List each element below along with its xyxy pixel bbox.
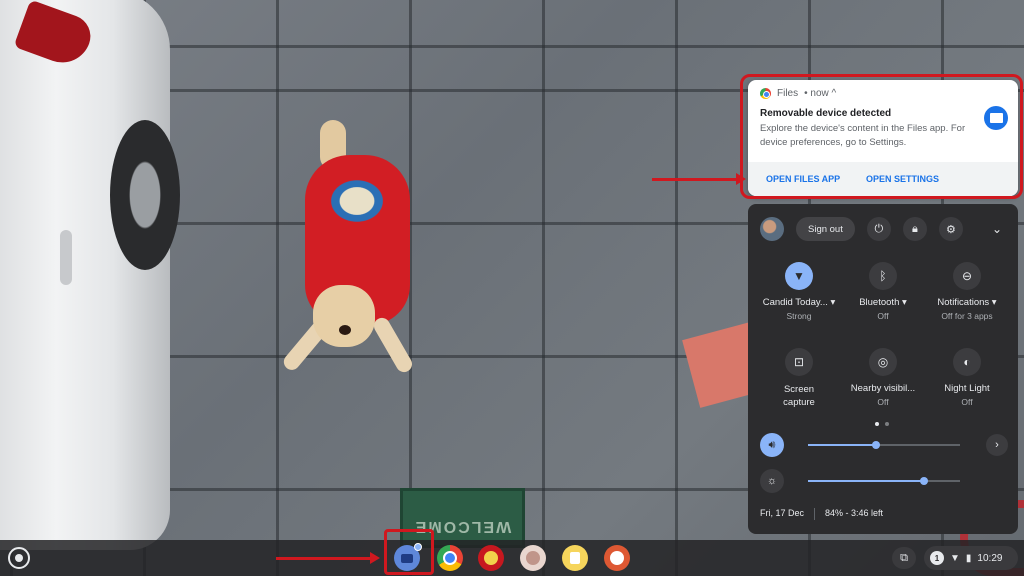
page-dot[interactable]	[875, 422, 879, 426]
car-door-handle	[60, 230, 72, 285]
chevron-down-icon[interactable]: ⌄	[992, 222, 1002, 236]
profile-app-icon[interactable]	[520, 545, 546, 571]
tile-bluetooth-label: Bluetooth ▾	[859, 297, 907, 308]
shelf: ⧉ 1 ▼ ▮ 10:29	[0, 540, 1024, 576]
files-app-highlight-box	[384, 529, 434, 575]
page-indicator	[875, 422, 889, 426]
notification-highlight-box	[740, 74, 1023, 199]
tile-wifi-sub: Strong	[786, 311, 812, 321]
power-icon[interactable]: ⏻	[866, 217, 891, 241]
quick-settings-header: Sign out ⏻ 🔒︎ ⚙ ⌄	[760, 216, 1008, 242]
battery-status-icon: ▮	[965, 552, 972, 564]
tile-notifications-label: Notifications ▾	[937, 297, 997, 308]
wifi-status-icon: ▼	[950, 552, 960, 564]
page-dot[interactable]	[885, 422, 889, 426]
brightness-thumb[interactable]	[919, 477, 928, 485]
footer-divider	[814, 508, 816, 520]
dog-image	[265, 115, 425, 385]
status-tray[interactable]: 1 ▼ ▮ 10:29	[924, 546, 1018, 570]
tile-screen-capture-label: Screen capture	[783, 384, 815, 408]
volume-thumb[interactable]	[872, 441, 881, 449]
notifications-icon[interactable]: ⊖	[953, 262, 981, 290]
volume-slider[interactable]	[808, 441, 960, 449]
brightness-slider-row: ☼	[760, 468, 1008, 494]
sign-out-button[interactable]: Sign out	[796, 217, 855, 241]
volume-icon[interactable]: 🔊︎	[760, 433, 784, 457]
volume-fill	[808, 444, 877, 446]
tile-notifications-sub: Off for 3 apps	[941, 311, 993, 321]
tile-night-light[interactable]: ◐ Night Light Off	[924, 348, 1010, 407]
nearby-share-icon[interactable]: ◎	[869, 348, 897, 376]
tile-notifications[interactable]: ⊖ Notifications ▾ Off for 3 apps	[924, 262, 1010, 321]
tile-wifi-label: Candid Today... ▾	[762, 297, 836, 308]
quick-settings-panel: Sign out ⏻ 🔒︎ ⚙ ⌄ ▼ Candid Today... ▾ St…	[748, 204, 1018, 534]
clock: 10:29	[977, 552, 1003, 564]
audio-settings-arrow-icon[interactable]: ›	[986, 434, 1008, 456]
dog-leg	[371, 315, 415, 375]
bluetooth-icon[interactable]: ᛒ	[869, 262, 897, 290]
night-light-icon[interactable]: ◐	[953, 348, 981, 376]
battery-label[interactable]: 84% - 3:46 left	[825, 508, 883, 520]
chrome-app-icon[interactable]	[437, 545, 463, 571]
wifi-icon[interactable]: ▼	[785, 262, 813, 290]
notification-count-badge[interactable]: 1	[930, 551, 944, 565]
date-label[interactable]: Fri, 17 Dec	[760, 508, 804, 520]
lock-icon[interactable]: 🔒︎	[902, 217, 927, 241]
car-image	[0, 0, 180, 550]
volume-slider-row: 🔊︎ ›	[760, 432, 1008, 458]
phone-hub-icon[interactable]: ⧉	[892, 547, 916, 569]
brightness-icon[interactable]: ☼	[760, 469, 784, 493]
car-tail-light	[13, 0, 97, 71]
tile-night-light-sub: Off	[961, 397, 973, 407]
manchester-united-app-icon[interactable]	[478, 545, 504, 571]
tile-nearby-sub: Off	[877, 397, 889, 407]
tile-wifi[interactable]: ▼ Candid Today... ▾ Strong	[756, 262, 842, 321]
dog-head	[313, 285, 375, 347]
screen-capture-icon[interactable]: ⊡	[785, 348, 813, 376]
annotation-arrow-shelf	[276, 552, 380, 564]
tile-nearby-label: Nearby visibil...	[850, 383, 916, 394]
brightness-fill	[808, 480, 924, 482]
tile-screen-capture[interactable]: ⊡ Screen capture	[756, 348, 842, 409]
annotation-arrow-notification	[652, 173, 746, 185]
gear-icon[interactable]: ⚙	[938, 217, 963, 241]
car-wheel	[110, 120, 180, 270]
brightness-slider[interactable]	[808, 477, 960, 485]
launcher-icon[interactable]	[8, 547, 30, 569]
tile-bluetooth-sub: Off	[877, 311, 889, 321]
tile-night-light-label: Night Light	[944, 383, 990, 394]
quick-settings-footer: Fri, 17 Dec 84% - 3:46 left	[760, 508, 883, 520]
duckduckgo-app-icon[interactable]	[604, 545, 630, 571]
avatar[interactable]	[760, 217, 784, 241]
tile-bluetooth[interactable]: ᛒ Bluetooth ▾ Off	[840, 262, 926, 321]
sweater-logo	[327, 177, 387, 225]
keep-app-icon[interactable]	[562, 545, 588, 571]
tile-nearby-share[interactable]: ◎ Nearby visibil... Off	[840, 348, 926, 407]
